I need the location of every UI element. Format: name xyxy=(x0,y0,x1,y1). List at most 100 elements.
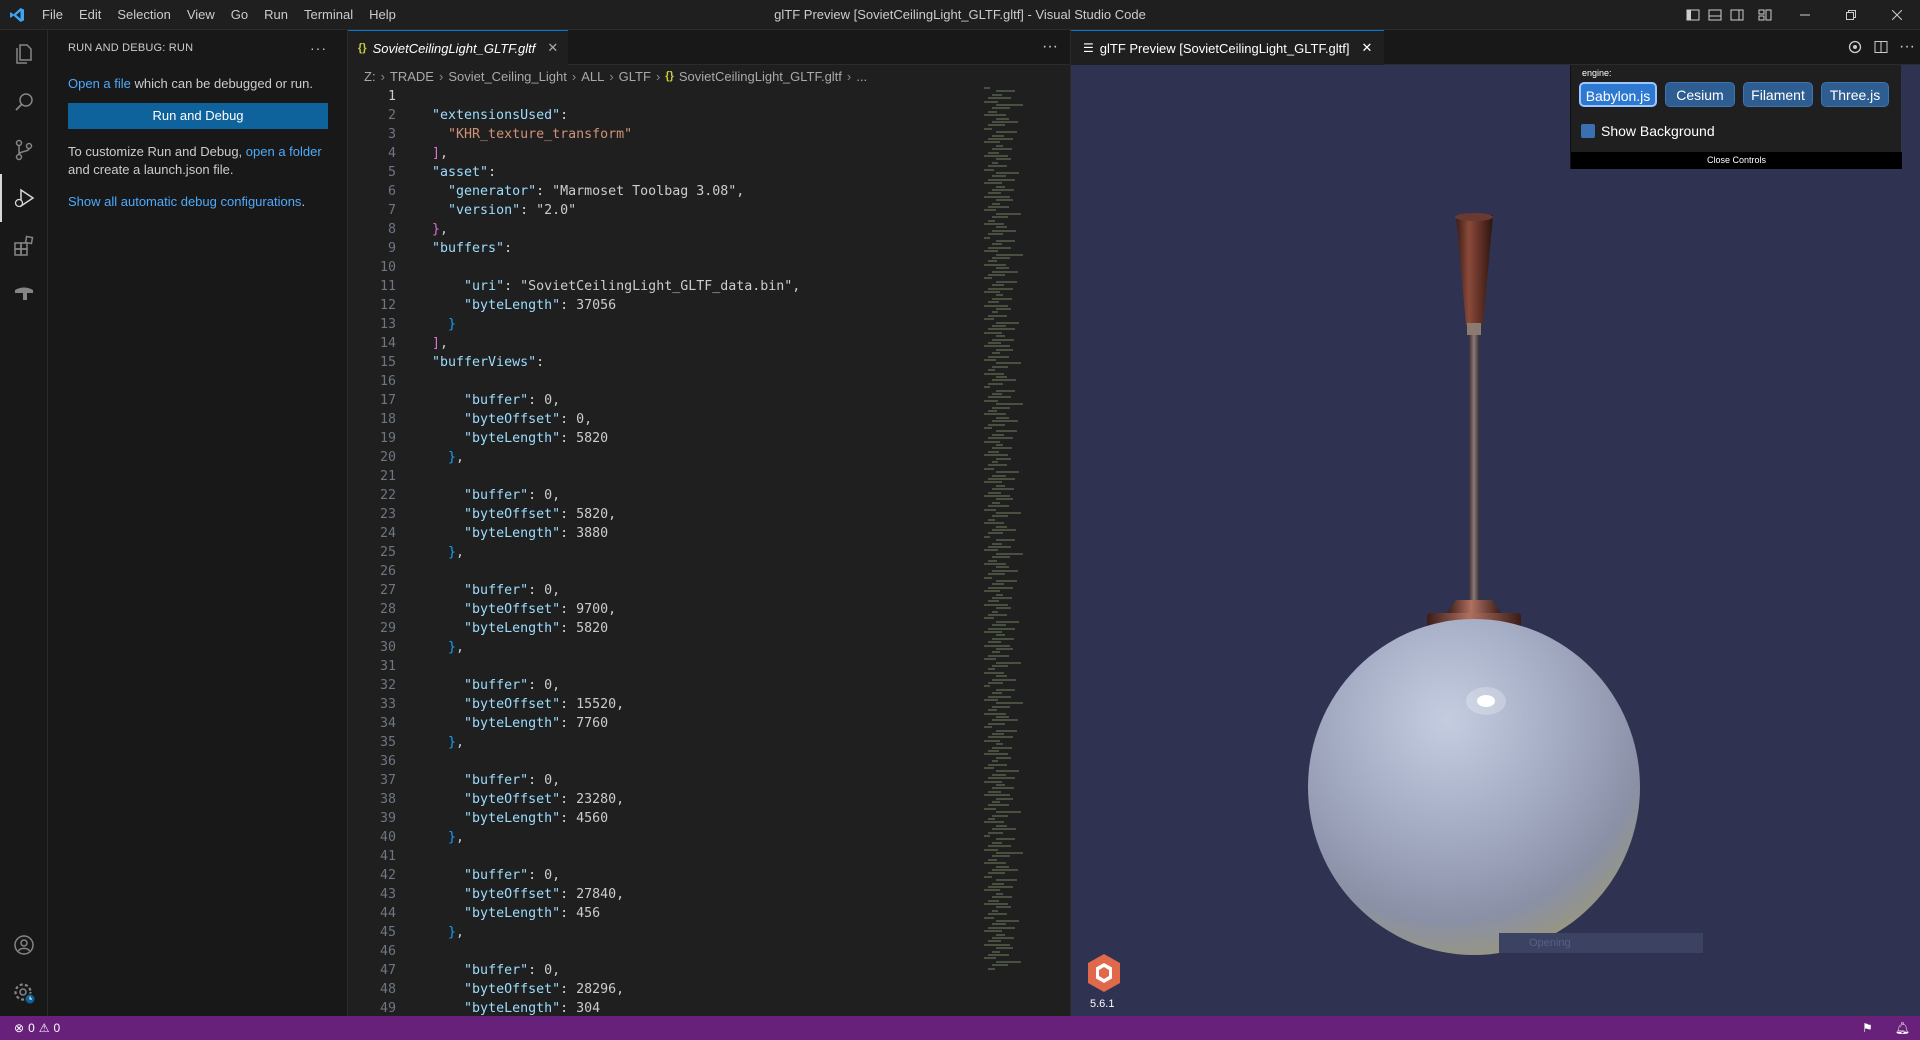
explorer-icon[interactable] xyxy=(0,30,48,78)
code-line[interactable]: 33 "byteOffset": 15520, xyxy=(348,695,988,714)
restore-icon[interactable] xyxy=(1828,0,1874,30)
menu-file[interactable]: File xyxy=(34,0,71,30)
code-line[interactable]: 21 xyxy=(348,467,988,486)
code-line[interactable]: 22 "buffer": 0, xyxy=(348,486,988,505)
search-icon[interactable] xyxy=(0,78,48,126)
toggle-panel-icon[interactable] xyxy=(1704,0,1726,30)
code-line[interactable]: 17 "buffer": 0, xyxy=(348,391,988,410)
breadcrumb-item[interactable]: ALL xyxy=(581,69,604,84)
breadcrumb-item[interactable]: TRADE xyxy=(390,69,434,84)
menu-view[interactable]: View xyxy=(179,0,223,30)
code-line[interactable]: 41 xyxy=(348,847,988,866)
breadcrumb-item[interactable]: GLTF xyxy=(619,69,651,84)
code-line[interactable]: 4 ], xyxy=(348,144,988,163)
code-line[interactable]: 16 xyxy=(348,372,988,391)
engine-cesium-button[interactable]: Cesium xyxy=(1665,82,1735,107)
breadcrumb-item[interactable]: ... xyxy=(856,69,867,84)
code-line[interactable]: 38 "byteOffset": 23280, xyxy=(348,790,988,809)
gltf-inspector-icon[interactable] xyxy=(1842,40,1868,54)
code-line[interactable]: 6 "generator": "Marmoset Toolbag 3.08", xyxy=(348,182,988,201)
engine-filament-button[interactable]: Filament xyxy=(1743,82,1813,107)
menu-run[interactable]: Run xyxy=(256,0,296,30)
code-line[interactable]: 13 } xyxy=(348,315,988,334)
code-line[interactable]: 11 "uri": "SovietCeilingLight_GLTF_data.… xyxy=(348,277,988,296)
code-line[interactable]: 44 "byteLength": 456 xyxy=(348,904,988,923)
minimize-icon[interactable] xyxy=(1782,0,1828,30)
more-actions-icon[interactable]: ··· xyxy=(310,40,327,56)
code-line[interactable]: 36 xyxy=(348,752,988,771)
editor-scrollbar[interactable] xyxy=(1058,87,1070,1016)
engine-threejs-button[interactable]: Three.js xyxy=(1821,82,1889,107)
code-line[interactable]: 18 "byteOffset": 0, xyxy=(348,410,988,429)
menu-edit[interactable]: Edit xyxy=(71,0,109,30)
accounts-icon[interactable] xyxy=(0,921,48,969)
close-window-icon[interactable] xyxy=(1874,0,1920,30)
menu-help[interactable]: Help xyxy=(361,0,404,30)
editor-tab-gltf[interactable]: {} SovietCeilingLight_GLTF.gltf ✕ xyxy=(348,30,569,65)
code-line[interactable]: 20 }, xyxy=(348,448,988,467)
show-all-debug-configurations-link[interactable]: Show all automatic debug configurations xyxy=(68,194,301,209)
open-file-link[interactable]: Open a file xyxy=(68,76,131,91)
code-line[interactable]: 42 "buffer": 0, xyxy=(348,866,988,885)
code-line[interactable]: 7 "version": "2.0" xyxy=(348,201,988,220)
code-line[interactable]: 23 "byteOffset": 5820, xyxy=(348,505,988,524)
source-control-icon[interactable] xyxy=(0,126,48,174)
code-line[interactable]: 49 "byteLength": 304 xyxy=(348,999,988,1016)
menu-selection[interactable]: Selection xyxy=(109,0,178,30)
split-editor-icon[interactable] xyxy=(1868,40,1894,54)
code-line[interactable]: 15 "bufferViews": xyxy=(348,353,988,372)
show-background-toggle[interactable]: Show Background xyxy=(1581,123,1715,139)
breadcrumb-item[interactable]: Soviet_Ceiling_Light xyxy=(448,69,567,84)
toggle-primary-sidebar-icon[interactable] xyxy=(1682,0,1704,30)
show-background-checkbox[interactable] xyxy=(1581,124,1595,138)
code-line[interactable]: 25 }, xyxy=(348,543,988,562)
run-and-debug-icon[interactable] xyxy=(0,174,48,222)
code-line[interactable]: 26 xyxy=(348,562,988,581)
code-line[interactable]: 5 "asset": xyxy=(348,163,988,182)
code-line[interactable]: 29 "byteLength": 5820 xyxy=(348,619,988,638)
code-line[interactable]: 8 }, xyxy=(348,220,988,239)
code-line[interactable]: 27 "buffer": 0, xyxy=(348,581,988,600)
code-line[interactable]: 48 "byteOffset": 28296, xyxy=(348,980,988,999)
close-tab-icon[interactable]: ✕ xyxy=(547,40,558,56)
terraform-icon[interactable] xyxy=(0,270,48,318)
preview-tab[interactable]: ☰ glTF Preview [SovietCeilingLight_GLTF.… xyxy=(1071,30,1385,65)
code-line[interactable]: 24 "byteLength": 3880 xyxy=(348,524,988,543)
run-and-debug-button[interactable]: Run and Debug xyxy=(68,103,328,129)
toggle-secondary-sidebar-icon[interactable] xyxy=(1726,0,1748,30)
render-canvas[interactable]: engine: Babylon.js Cesium Filament Three… xyxy=(1071,65,1920,1016)
minimap[interactable] xyxy=(978,87,1058,1016)
code-line[interactable]: 45 }, xyxy=(348,923,988,942)
editor-more-actions-icon[interactable]: ··· xyxy=(1030,30,1070,64)
problems-indicator[interactable]: ⊗ 0 ⚠ 0 xyxy=(14,1021,60,1035)
code-line[interactable]: 35 }, xyxy=(348,733,988,752)
engine-babylonjs-button[interactable]: Babylon.js xyxy=(1579,82,1657,107)
close-preview-tab-icon[interactable]: ✕ xyxy=(1362,40,1373,56)
menu-terminal[interactable]: Terminal xyxy=(296,0,361,30)
code-line[interactable]: 32 "buffer": 0, xyxy=(348,676,988,695)
code-line[interactable]: 10 xyxy=(348,258,988,277)
code-line[interactable]: 43 "byteOffset": 27840, xyxy=(348,885,988,904)
code-line[interactable]: 12 "byteLength": 37056 xyxy=(348,296,988,315)
code-line[interactable]: 9 "buffers": xyxy=(348,239,988,258)
close-controls-button[interactable]: Close Controls xyxy=(1571,152,1902,169)
code-line[interactable]: 30 }, xyxy=(348,638,988,657)
code-line[interactable]: 3 "KHR_texture_transform" xyxy=(348,125,988,144)
notifications-bell-icon[interactable]: 🔔︎ xyxy=(1895,1021,1910,1035)
open-folder-link[interactable]: open a folder xyxy=(246,144,322,159)
code-line[interactable]: 37 "buffer": 0, xyxy=(348,771,988,790)
code-line[interactable]: 19 "byteLength": 5820 xyxy=(348,429,988,448)
customize-layout-icon[interactable] xyxy=(1748,0,1782,30)
code-editor[interactable]: 12 "extensionsUsed": 3 "KHR_texture_tran… xyxy=(348,87,988,1016)
code-line[interactable]: 1 xyxy=(348,87,988,106)
extensions-icon[interactable] xyxy=(0,222,48,270)
feedback-icon[interactable]: ⚑ xyxy=(1862,1021,1873,1035)
code-line[interactable]: 34 "byteLength": 7760 xyxy=(348,714,988,733)
code-line[interactable]: 31 xyxy=(348,657,988,676)
code-line[interactable]: 47 "buffer": 0, xyxy=(348,961,988,980)
manage-gear-icon[interactable] xyxy=(0,969,48,1017)
menu-go[interactable]: Go xyxy=(223,0,256,30)
breadcrumb-item[interactable]: SovietCeilingLight_GLTF.gltf xyxy=(679,69,842,84)
breadcrumb-item[interactable]: Z: xyxy=(364,69,376,84)
preview-more-actions-icon[interactable]: ··· xyxy=(1894,38,1920,56)
